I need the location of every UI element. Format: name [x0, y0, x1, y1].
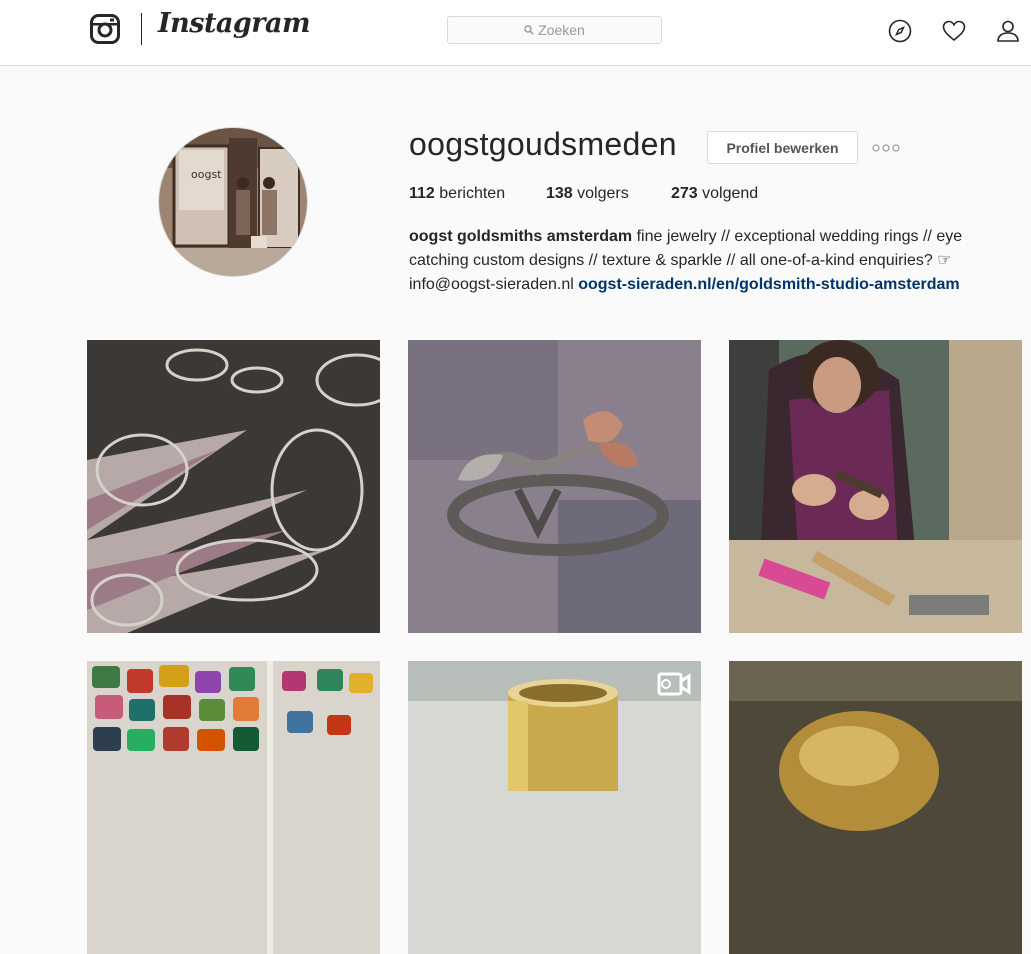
post-thumbnail[interactable] — [408, 340, 701, 633]
bio-website-link[interactable]: oogst-sieraden.nl/en/goldsmith-studio-am… — [578, 276, 959, 293]
posts-count-label: berichten — [439, 185, 506, 202]
explore-compass-icon[interactable] — [888, 19, 912, 43]
post-image — [729, 340, 1022, 633]
nav-divider — [141, 13, 142, 45]
post-thumbnail[interactable] — [729, 340, 1022, 633]
post-image — [87, 661, 380, 954]
post-image — [408, 661, 701, 954]
followers-count-value: 138 — [546, 185, 573, 202]
edit-profile-button[interactable]: Profiel bewerken — [707, 131, 858, 164]
posts-count: 112 berichten — [409, 185, 505, 203]
post-thumbnail[interactable] — [87, 661, 380, 954]
followers-count-label: volgers — [577, 185, 629, 202]
profile-person-icon[interactable] — [996, 19, 1020, 43]
following-count[interactable]: 273 volgend — [671, 185, 758, 203]
profile-username: oogstgoudsmeden — [409, 126, 677, 162]
posts-count-value: 112 — [409, 185, 435, 202]
bio-full-name: oogst goldsmiths amsterdam — [409, 228, 633, 245]
video-camera-icon — [657, 671, 691, 697]
followers-count[interactable]: 138 volgers — [546, 185, 629, 203]
post-image — [408, 340, 701, 633]
more-options-icon[interactable] — [870, 136, 902, 160]
following-count-label: volgend — [702, 185, 759, 202]
search-input[interactable]: Zoeken — [447, 16, 662, 44]
profile-avatar[interactable]: oogst — [158, 127, 308, 277]
post-image — [729, 661, 1022, 954]
search-placeholder: Zoeken — [538, 22, 585, 38]
instagram-wordmark[interactable]: Instagram — [158, 8, 311, 39]
top-navigation-bar: Instagram Zoeken — [0, 0, 1031, 66]
post-thumbnail[interactable] — [408, 661, 701, 954]
post-image — [87, 340, 380, 633]
svg-text:oogst: oogst — [191, 168, 222, 181]
post-thumbnail[interactable] — [87, 340, 380, 633]
following-count-value: 273 — [671, 185, 698, 202]
post-thumbnail[interactable] — [729, 661, 1022, 954]
search-icon — [524, 25, 534, 35]
instagram-logo-icon[interactable] — [90, 14, 120, 44]
profile-bio: oogst goldsmiths amsterdam fine jewelry … — [409, 225, 994, 297]
heart-icon[interactable] — [942, 19, 966, 43]
